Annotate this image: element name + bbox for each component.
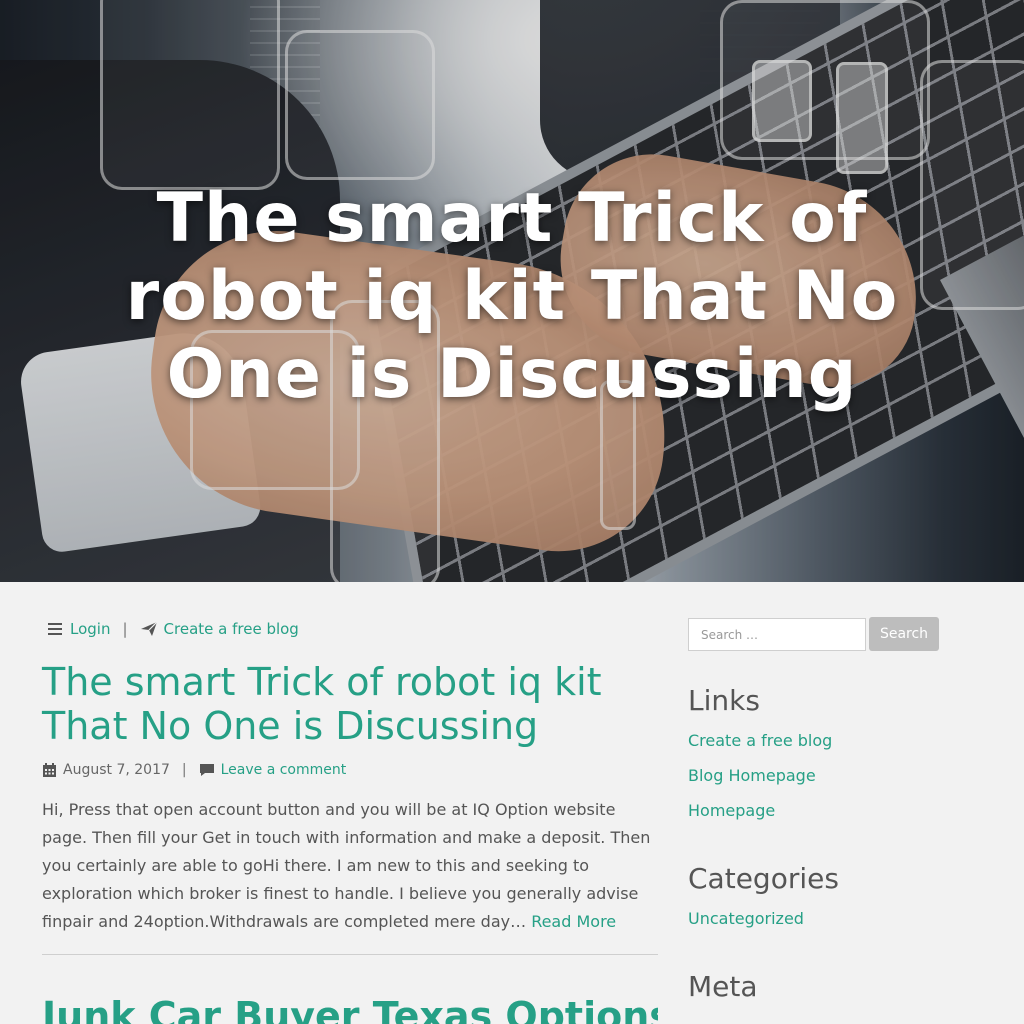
post-date: August 7, 2017 — [63, 762, 170, 778]
post-title-link[interactable]: The smart Trick of robot iq kit That No … — [42, 660, 658, 748]
post-excerpt: Hi, Press that open account button and y… — [42, 796, 658, 936]
nav-separator: | — [122, 620, 128, 638]
read-more-link[interactable]: Read More — [531, 912, 616, 931]
sidebar-link-create-blog[interactable]: Create a free blog — [688, 731, 832, 750]
links-widget-title: Links — [688, 684, 760, 717]
calendar-icon — [43, 762, 56, 777]
sidebar-link-homepage[interactable]: Homepage — [688, 801, 775, 820]
next-post-title-link[interactable]: Junk Car Buyer Texas Options — [42, 994, 658, 1024]
hero-banner: The smart Trick of robot iq kit That No … — [0, 0, 1024, 582]
post-meta: August 7, 2017 | Leave a comment — [42, 762, 346, 778]
top-nav: Login | Create a free blog — [42, 618, 299, 640]
categories-widget-title: Categories — [688, 862, 839, 895]
bars-icon — [48, 623, 62, 635]
category-uncategorized[interactable]: Uncategorized — [688, 909, 804, 928]
create-blog-link[interactable]: Create a free blog — [164, 620, 299, 638]
sidebar-link-blog-homepage[interactable]: Blog Homepage — [688, 766, 816, 785]
login-link[interactable]: Login — [70, 620, 110, 638]
paper-plane-icon — [140, 621, 157, 636]
hero-title: The smart Trick of robot iq kit That No … — [125, 179, 899, 414]
comment-icon — [199, 764, 214, 776]
meta-widget-title: Meta — [688, 970, 758, 1003]
meta-separator: | — [181, 762, 187, 778]
leave-comment-link[interactable]: Leave a comment — [221, 762, 347, 778]
post-divider — [42, 954, 658, 955]
search-button[interactable]: Search — [869, 617, 939, 651]
search-input[interactable] — [688, 618, 866, 651]
